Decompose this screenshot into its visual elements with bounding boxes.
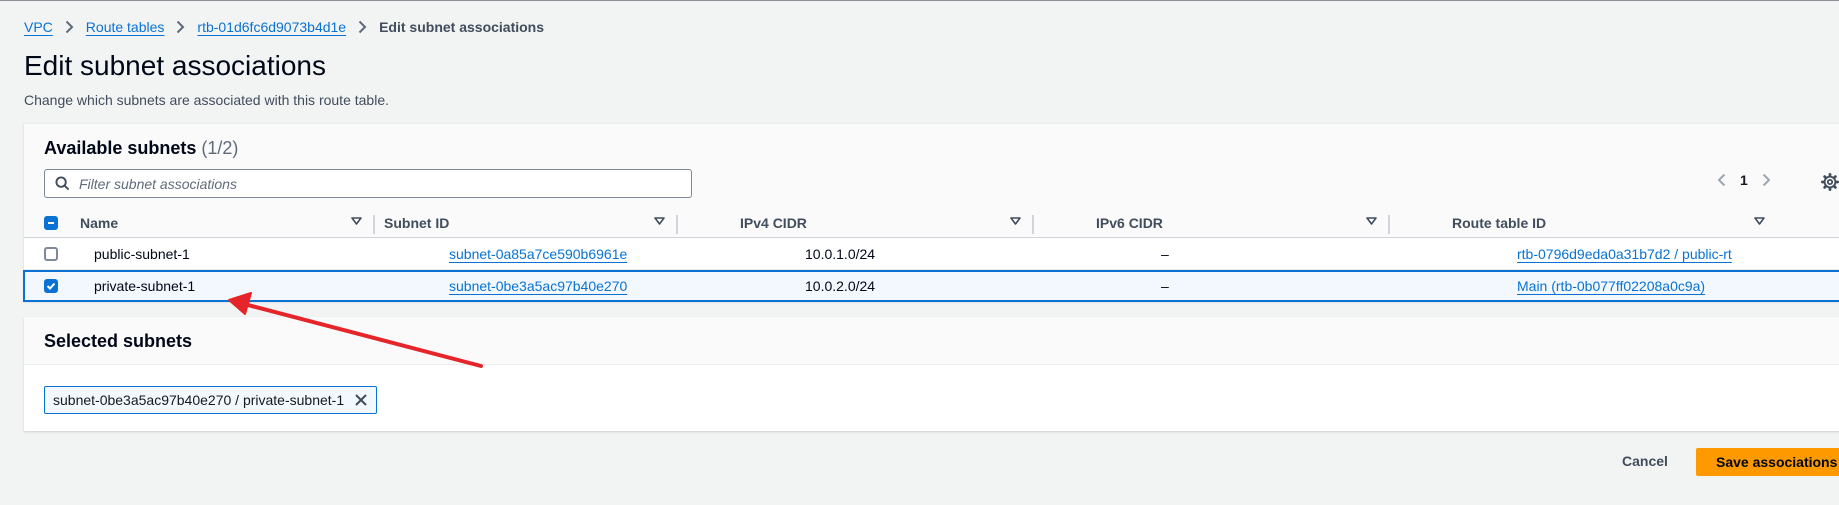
sort-caret-icon [1366, 217, 1377, 225]
breadcrumb: VPC Route tables rtb-01d6fc6d9073b4d1e E… [24, 19, 544, 35]
selection-count: (1/2) [201, 138, 239, 158]
cancel-button[interactable]: Cancel [1612, 449, 1678, 473]
row-checkbox[interactable] [44, 247, 58, 261]
chevron-right-icon [65, 20, 74, 34]
chevron-left-icon[interactable] [1717, 173, 1726, 187]
token-label: subnet-0be3a5ac97b40e270 / private-subne… [53, 392, 345, 408]
column-header-route-table-id[interactable]: Route table ID [1452, 208, 1839, 238]
top-border [0, 0, 1839, 1]
column-label: IPv6 CIDR [1096, 215, 1163, 231]
row-select-cell [44, 239, 58, 269]
search-icon [45, 176, 79, 191]
column-label: Name [80, 215, 119, 231]
table-row[interactable]: public-subnet-1 subnet-0a85a7ce590b6961e… [24, 239, 1839, 270]
breadcrumb-route-table-id[interactable]: rtb-01d6fc6d9073b4d1e [197, 19, 346, 35]
row-select-cell [44, 272, 58, 300]
page-title: Edit subnet associations [24, 50, 326, 81]
row-checkbox[interactable] [44, 279, 58, 293]
checkmark-icon [46, 282, 56, 290]
chevron-right-icon[interactable] [1762, 173, 1771, 187]
filter-input-wrapper[interactable] [44, 169, 692, 198]
column-header-ipv6-cidr[interactable]: IPv6 CIDR [1096, 208, 1396, 238]
select-all-checkbox[interactable] [44, 216, 58, 230]
column-label: Route table ID [1452, 215, 1547, 231]
subnet-id-link[interactable]: subnet-0a85a7ce590b6961e [449, 239, 627, 269]
column-header-name[interactable]: Name [80, 208, 380, 238]
column-divider [1032, 215, 1034, 234]
pagination: 1 [1717, 172, 1771, 188]
selected-subnets-panel: Selected subnets subnet-0be3a5ac97b40e27… [24, 317, 1839, 431]
ipv4-cidr: 10.0.2.0/24 [805, 278, 876, 294]
sort-caret-icon [1010, 217, 1021, 225]
subnet-name: private-subnet-1 [94, 278, 196, 294]
ipv6-cidr: – [1161, 278, 1169, 294]
subnet-id-link[interactable]: subnet-0be3a5ac97b40e270 [449, 272, 627, 300]
column-divider [373, 215, 375, 234]
route-table-link[interactable]: Main (rtb-0b077ff02208a0c9a) [1517, 272, 1705, 300]
selected-subnet-token: subnet-0be3a5ac97b40e270 / private-subne… [44, 386, 378, 414]
column-header-ipv4-cidr[interactable]: IPv4 CIDR [740, 208, 1040, 238]
available-subnets-panel: Available subnets (1/2) 1 [23, 123, 1839, 302]
selected-subnets-title: Selected subnets [44, 331, 193, 351]
available-subnets-heading: Available subnets [44, 138, 197, 158]
subnet-name: public-subnet-1 [94, 246, 190, 262]
sort-caret-icon [1754, 217, 1765, 225]
sort-caret-icon [351, 217, 362, 225]
column-divider [1388, 215, 1390, 234]
table-row[interactable]: private-subnet-1 subnet-0be3a5ac97b40e27… [23, 270, 1839, 302]
selected-subnets-header: Selected subnets [24, 317, 1839, 365]
page-description: Change which subnets are associated with… [24, 92, 389, 108]
sort-caret-icon [654, 217, 665, 225]
filter-subnet-associations-input[interactable] [79, 175, 679, 192]
column-label: Subnet ID [384, 215, 450, 231]
breadcrumb-current: Edit subnet associations [379, 19, 545, 35]
breadcrumb-vpc[interactable]: VPC [24, 19, 53, 35]
save-associations-button[interactable]: Save associations [1696, 448, 1839, 476]
column-divider [676, 215, 678, 234]
chevron-right-icon [358, 20, 367, 34]
checkbox-indeterminate-icon [48, 222, 54, 224]
column-header-subnet-id[interactable]: Subnet ID [384, 208, 684, 238]
column-label: IPv4 CIDR [740, 215, 807, 231]
ipv4-cidr: 10.0.1.0/24 [805, 246, 876, 262]
available-subnets-title: Available subnets (1/2) [44, 138, 238, 159]
table-header: Name Subnet ID IPv4 CIDR IPv6 CIDR Route… [24, 208, 1839, 238]
chevron-right-icon [176, 20, 185, 34]
breadcrumb-route-tables[interactable]: Route tables [86, 19, 165, 35]
route-table-link[interactable]: rtb-0796d9eda0a31b7d2 / public-rt [1517, 239, 1732, 269]
ipv6-cidr: – [1161, 246, 1169, 262]
select-all-cell [44, 208, 62, 238]
close-icon[interactable] [354, 393, 368, 407]
settings-gear-icon[interactable] [1821, 173, 1839, 196]
available-subnets-header: Available subnets (1/2) 1 [24, 124, 1839, 208]
current-page[interactable]: 1 [1740, 172, 1748, 188]
